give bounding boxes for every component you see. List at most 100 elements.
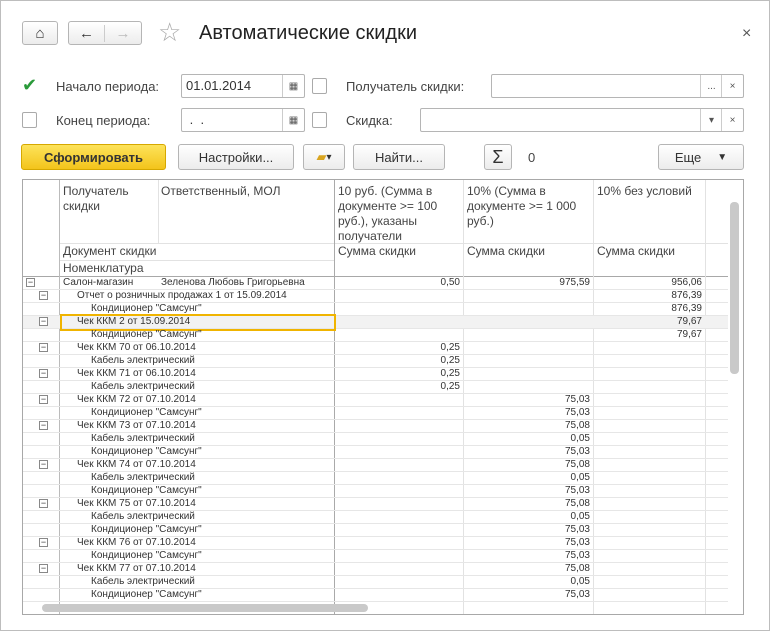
- collapse-toggle-icon[interactable]: −: [26, 278, 35, 287]
- recipient-field[interactable]: ... ×: [491, 74, 744, 98]
- collapse-toggle-icon[interactable]: −: [39, 460, 48, 469]
- period-start-checkbox[interactable]: ✔: [22, 76, 37, 94]
- row-sum-2: 75,03: [564, 407, 590, 418]
- discount-checkbox[interactable]: [312, 112, 327, 128]
- row-label: Чек ККМ 73 от 07.10.2014: [77, 420, 196, 431]
- row-sum-2: 75,03: [564, 537, 590, 548]
- table-row-selected[interactable]: − Чек ККМ 2 от 15.09.2014 79,67: [23, 314, 728, 331]
- variant-button[interactable]: ▰ ▾: [303, 144, 345, 170]
- row-sum-3: 79,67: [676, 329, 702, 340]
- row-label: Чек ККМ 71 от 06.10.2014: [77, 368, 196, 379]
- collapse-toggle-icon[interactable]: −: [39, 343, 48, 352]
- period-end-label: Конец периода:: [56, 113, 151, 128]
- table-row[interactable]: − Салон-магазин Зеленова Любовь Григорьевн…: [23, 277, 728, 290]
- row-sum-2: 75,08: [564, 563, 590, 574]
- back-button[interactable]: ←: [69, 24, 105, 42]
- more-button[interactable]: Еще ▼: [658, 144, 744, 170]
- row-sum-1: 0,25: [440, 355, 460, 366]
- home-button[interactable]: ⌂: [22, 21, 58, 45]
- discount-label: Скидка:: [346, 113, 393, 128]
- row-label: Кабель электрический: [91, 355, 195, 366]
- dropdown-button[interactable]: ▾: [700, 109, 722, 131]
- period-end-checkbox[interactable]: [22, 112, 37, 128]
- table-row[interactable]: − Чек ККМ 70 от 06.10.2014 0,25: [23, 342, 728, 355]
- period-end-field[interactable]: . . ▦: [181, 108, 305, 132]
- find-button[interactable]: Найти...: [353, 144, 445, 170]
- row-sum-2: 0,05: [570, 576, 590, 587]
- collapse-toggle-icon[interactable]: −: [39, 369, 48, 378]
- collapse-toggle-icon[interactable]: −: [39, 317, 48, 326]
- report-window: ⌂ ← → ☆ Автоматические скидки × ✔ Начало…: [0, 0, 770, 631]
- table-row[interactable]: Кондиционер "Самсунг" 75,03: [23, 485, 728, 498]
- close-button[interactable]: ×: [742, 25, 751, 43]
- table-row[interactable]: Кабель электрический 0,05: [23, 472, 728, 485]
- nav-buttons: ← →: [68, 21, 142, 45]
- row-label: Кабель электрический: [91, 511, 195, 522]
- row-label: Кабель электрический: [91, 433, 195, 444]
- header-discount-2: 10% (Сумма в документе >= 1 000 руб.): [467, 184, 577, 228]
- row-sum-1: 0,50: [440, 277, 460, 288]
- collapse-toggle-icon[interactable]: −: [39, 564, 48, 573]
- table-row[interactable]: Кабель электрический 0,05: [23, 433, 728, 446]
- table-row[interactable]: Кабель электрический 0,25: [23, 381, 728, 394]
- header-sum-2: Сумма скидки: [467, 244, 545, 258]
- table-row[interactable]: Кондиционер "Самсунг" 75,03: [23, 446, 728, 459]
- forward-button[interactable]: →: [105, 25, 141, 42]
- table-row[interactable]: − Чек ККМ 73 от 07.10.2014 75,08: [23, 420, 728, 433]
- header-discount-1: 10 руб. (Сумма в документе >= 100 руб.),…: [338, 184, 438, 243]
- clear-button[interactable]: ×: [721, 75, 743, 97]
- table-row[interactable]: Кондиционер "Самсунг" 75,03: [23, 407, 728, 420]
- discount-field[interactable]: ▾ ×: [420, 108, 744, 132]
- table-row[interactable]: − Чек ККМ 71 от 06.10.2014 0,25: [23, 368, 728, 381]
- header-responsible: Ответственный, МОЛ: [161, 184, 281, 198]
- calendar-icon[interactable]: ▦: [282, 75, 304, 97]
- row-sum-2: 975,59: [559, 277, 590, 288]
- table-row[interactable]: − Чек ККМ 75 от 07.10.2014 75,08: [23, 498, 728, 511]
- row-sum-2: 75,03: [564, 589, 590, 600]
- period-start-field[interactable]: 01.01.2014 ▦: [181, 74, 305, 98]
- row-sum-2: 75,03: [564, 394, 590, 405]
- home-icon: ⌂: [35, 24, 45, 42]
- generate-button[interactable]: Сформировать: [21, 144, 166, 170]
- table-row[interactable]: − Чек ККМ 72 от 07.10.2014 75,03: [23, 394, 728, 407]
- collapse-toggle-icon[interactable]: −: [39, 421, 48, 430]
- more-label: Еще: [674, 149, 702, 165]
- row-label: Отчет о розничных продажах 1 от 15.09.20…: [77, 290, 287, 301]
- table-row[interactable]: Кабель электрический 0,05: [23, 511, 728, 524]
- collapse-toggle-icon[interactable]: −: [39, 538, 48, 547]
- calendar-icon[interactable]: ▦: [282, 109, 304, 131]
- collapse-toggle-icon[interactable]: −: [39, 291, 48, 300]
- row-sum-2: 0,05: [570, 433, 590, 444]
- vertical-scrollbar[interactable]: [730, 202, 739, 374]
- row-label: Чек ККМ 76 от 07.10.2014: [77, 537, 196, 548]
- row-label: Кондиционер "Самсунг": [91, 524, 202, 535]
- table-row[interactable]: Кондиционер "Самсунг" 79,67: [23, 329, 728, 342]
- row-label: Кабель электрический: [91, 381, 195, 392]
- settings-button[interactable]: Настройки...: [178, 144, 294, 170]
- row-sum-3: 876,39: [671, 290, 702, 301]
- horizontal-scrollbar[interactable]: [42, 604, 368, 612]
- table-row[interactable]: − Отчет о розничных продажах 1 от 15.09.2…: [23, 290, 728, 303]
- collapse-toggle-icon[interactable]: −: [39, 499, 48, 508]
- table-row[interactable]: Кондиционер "Самсунг" 75,03: [23, 589, 728, 602]
- table-row[interactable]: Кондиционер "Самсунг" 75,03: [23, 524, 728, 537]
- row-label: Кабель электрический: [91, 472, 195, 483]
- collapse-toggle-icon[interactable]: −: [39, 395, 48, 404]
- sum-value: 0: [528, 150, 536, 165]
- clear-button[interactable]: ×: [721, 109, 743, 131]
- favorite-star-icon[interactable]: ☆: [158, 17, 181, 48]
- row-sum-2: 0,05: [570, 511, 590, 522]
- table-row[interactable]: − Чек ККМ 77 от 07.10.2014 75,08: [23, 563, 728, 576]
- table-row[interactable]: − Чек ККМ 76 от 07.10.2014 75,03: [23, 537, 728, 550]
- recipient-checkbox[interactable]: [312, 78, 327, 94]
- row-label: Кондиционер "Самсунг": [91, 485, 202, 496]
- select-button[interactable]: ...: [700, 75, 722, 97]
- row-sum-3: 956,06: [671, 277, 702, 288]
- row-label: Чек ККМ 70 от 06.10.2014: [77, 342, 196, 353]
- sum-button[interactable]: Σ: [484, 144, 512, 170]
- table-row[interactable]: Кондиционер "Самсунг" 75,03: [23, 550, 728, 563]
- row-sum-2: 75,03: [564, 446, 590, 457]
- table-row[interactable]: − Чек ККМ 74 от 07.10.2014 75,08: [23, 459, 728, 472]
- table-row[interactable]: Кабель электрический 0,25: [23, 355, 728, 368]
- table-row[interactable]: Кабель электрический 0,05: [23, 576, 728, 589]
